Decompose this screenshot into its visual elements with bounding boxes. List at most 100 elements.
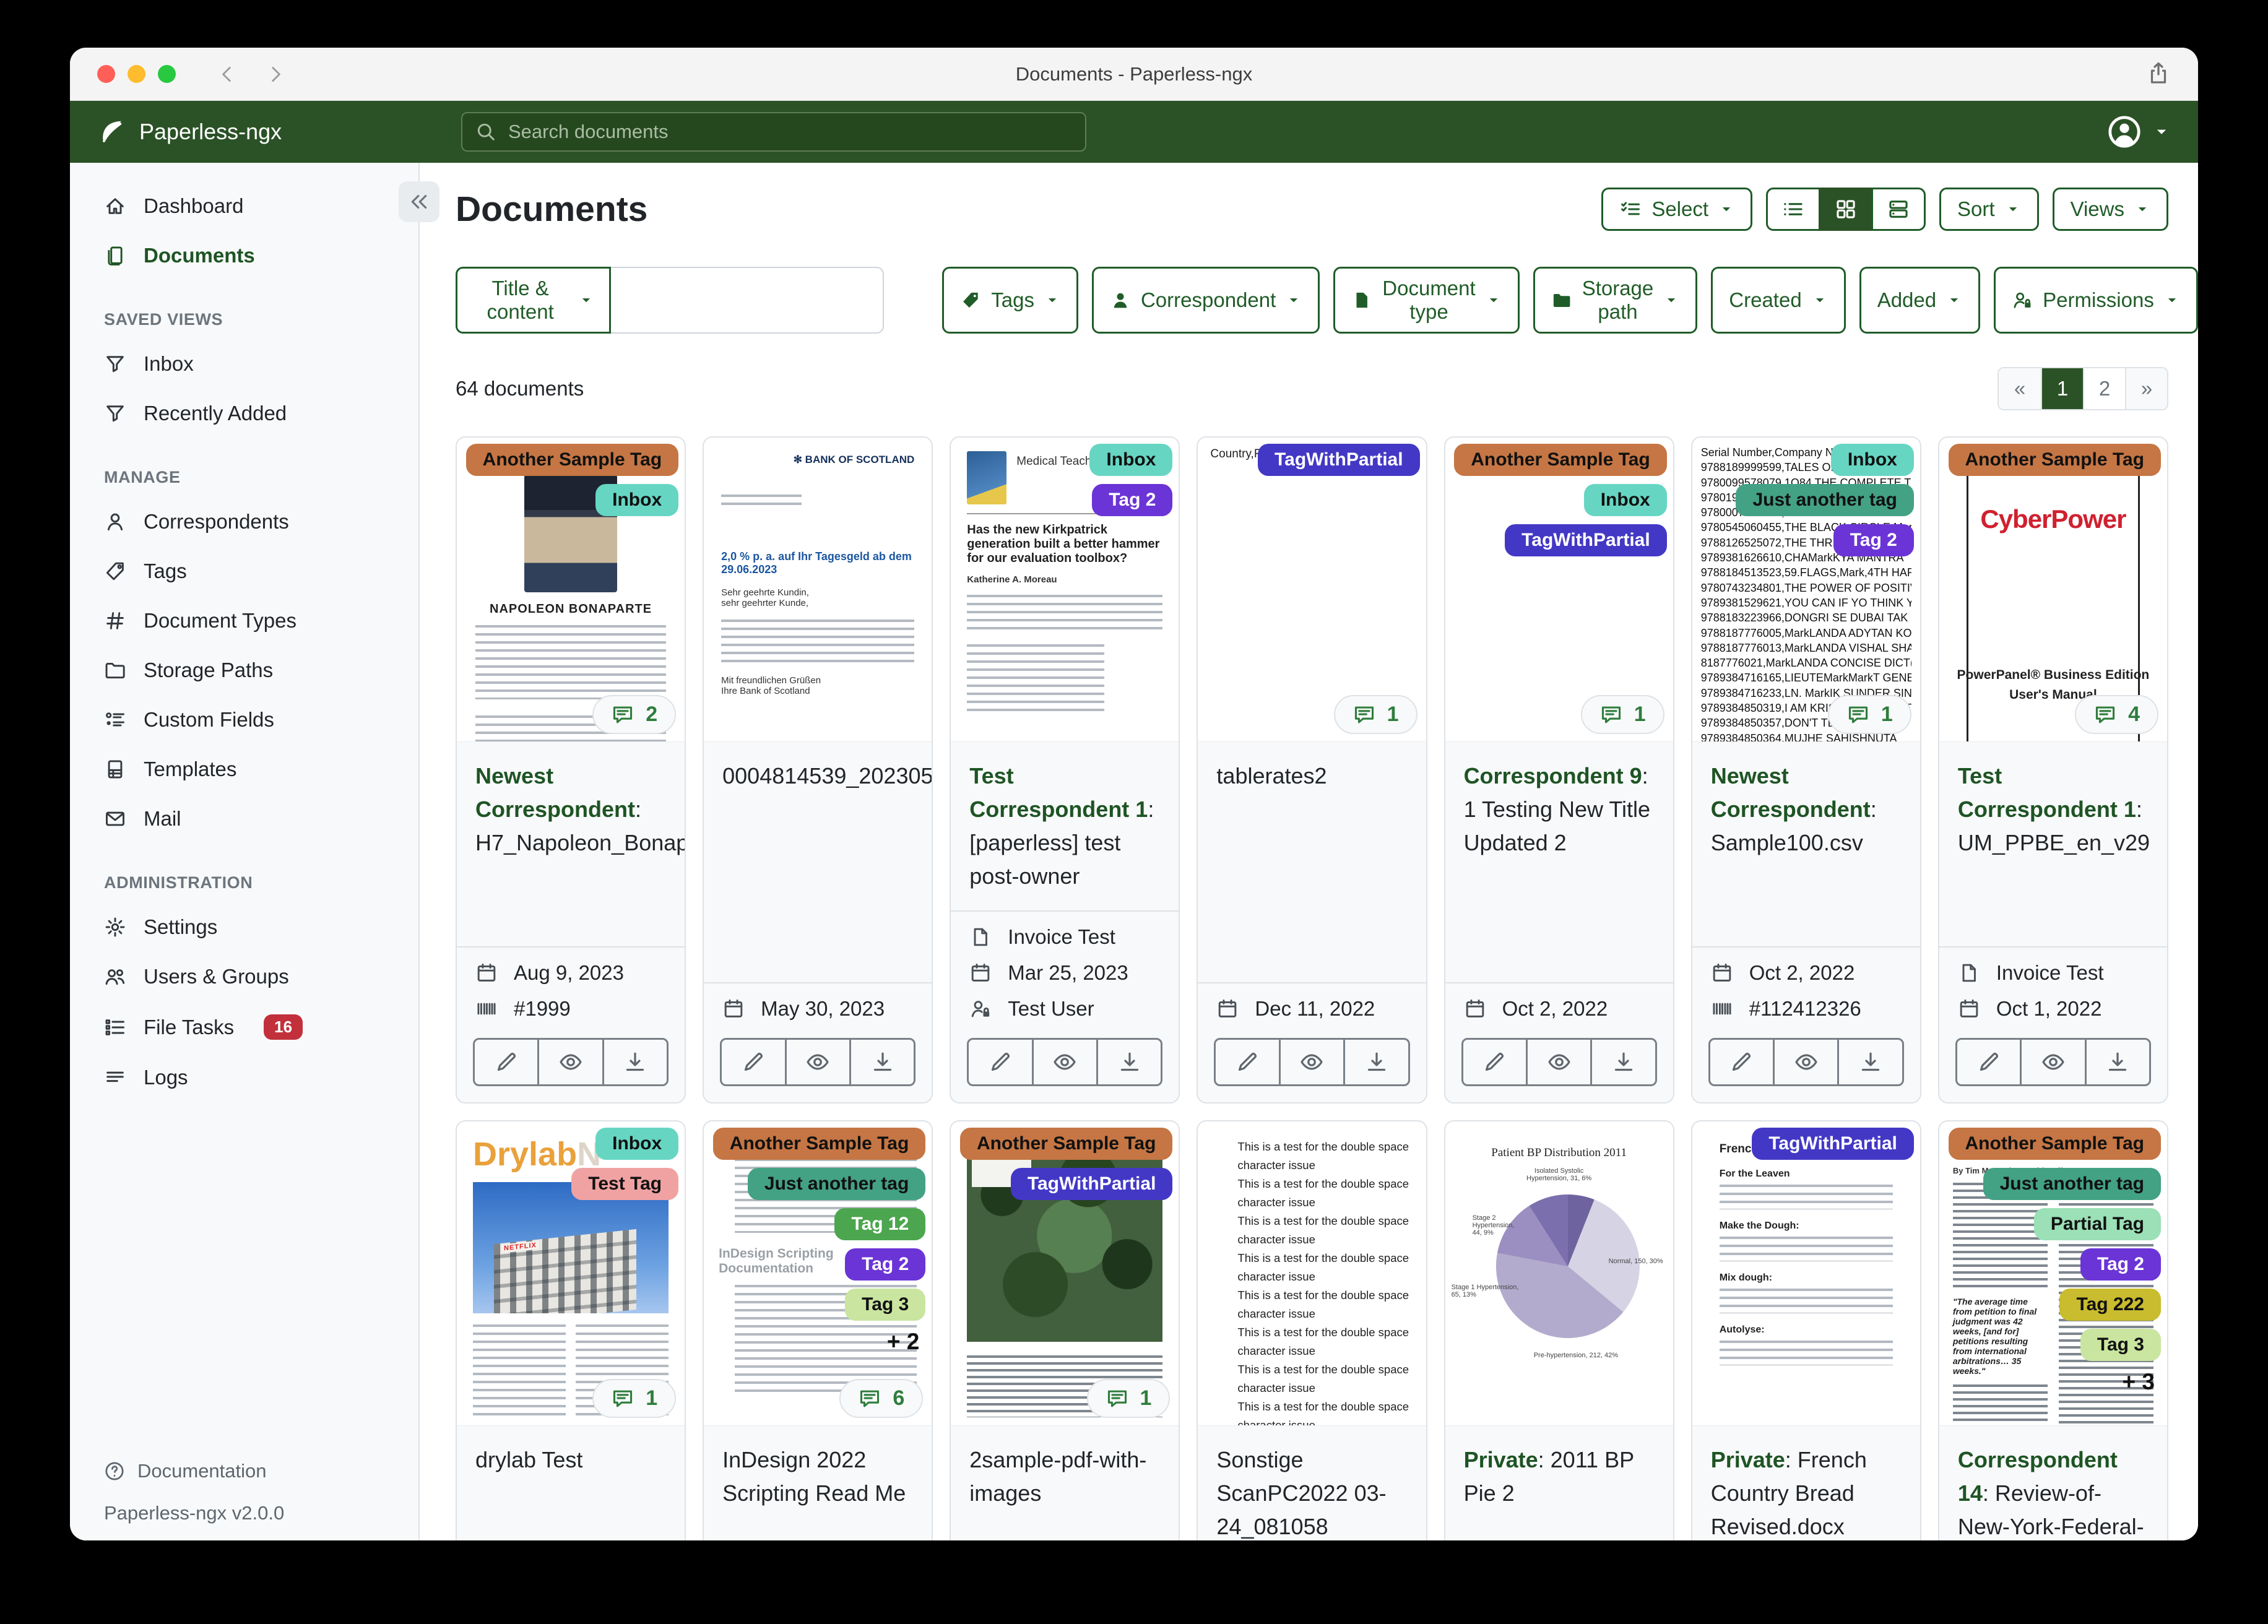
comment-badge[interactable]: 1 (1333, 695, 1418, 734)
tag-chip[interactable]: Another Sample Tag (1948, 444, 2161, 476)
sidebar-item-correspondents[interactable]: Correspondents (70, 497, 418, 546)
filter-storage-path-button[interactable]: Storage path (1533, 267, 1698, 334)
view-detail-button[interactable] (1871, 188, 1926, 231)
tag-chip[interactable]: TagWithPartial (1258, 444, 1420, 476)
tag-chip[interactable]: Just another tag (1983, 1168, 2161, 1200)
document-thumbnail[interactable]: Serial Number,Company Name,Employe 978818… (1692, 438, 1920, 742)
back-icon[interactable] (217, 64, 238, 85)
document-title-link[interactable]: Correspondent 9: 1 Testing New Title Upd… (1445, 742, 1673, 983)
sidebar-item-logs[interactable]: Logs (70, 1053, 418, 1102)
document-thumbnail[interactable]: French Country BreadFor the LeavenMake t… (1692, 1121, 1920, 1426)
document-thumbnail[interactable]: This is a test for the double space char… (1198, 1121, 1426, 1426)
tag-chip[interactable]: TagWithPartial (1010, 1168, 1173, 1200)
pagination-last[interactable]: » (2125, 368, 2167, 409)
comment-badge[interactable]: 1 (592, 1379, 677, 1418)
view-grid-button[interactable] (1819, 188, 1874, 231)
document-thumbnail[interactable]: Country,Region/State,"TagWithPartial1 (1198, 438, 1426, 742)
edit-button[interactable] (720, 1038, 787, 1086)
select-button[interactable]: Select (1601, 188, 1753, 231)
tag-chip[interactable]: Inbox (1089, 444, 1173, 476)
tag-chip[interactable]: Tag 12 (834, 1208, 926, 1240)
document-title-link[interactable]: Test Correspondent 1: [paperless] test p… (951, 742, 1179, 912)
tag-chip[interactable]: Tag 2 (2080, 1248, 2161, 1281)
documentation-link[interactable]: Documentation (104, 1451, 418, 1491)
document-thumbnail[interactable]: DrylabN NETFLIX Inbox Test Tag 1 (457, 1121, 685, 1426)
tag-chip[interactable]: Partial Tag (2033, 1208, 2161, 1240)
tag-chip[interactable]: Another Sample Tag (959, 1128, 1173, 1160)
sidebar-item-users-groups[interactable]: Users & Groups (70, 952, 418, 1001)
document-title-link[interactable]: 2sample-pdf-with-images (951, 1426, 1179, 1540)
tag-chip[interactable]: Tag 2 (845, 1248, 926, 1281)
document-title-link[interactable]: drylab Test (457, 1426, 685, 1540)
sidebar-item-storage-paths[interactable]: Storage Paths (70, 646, 418, 695)
edit-button[interactable] (1708, 1038, 1775, 1086)
sidebar-item-custom-fields[interactable]: Custom Fields (70, 695, 418, 745)
tag-chip[interactable]: Another Sample Tag (1454, 444, 1667, 476)
document-thumbnail[interactable]: ✻ BANK OF SCOTLAND 2,0 % p. a. auf Ihr Ta… (704, 438, 932, 742)
document-thumbnail[interactable]: Review of Arbitral Awards — Certainty of… (1939, 1121, 2167, 1426)
document-title-link[interactable]: Newest Correspondent: H7_Napoleon_Bonapa… (457, 742, 685, 948)
preview-button[interactable] (537, 1038, 604, 1086)
zoom-button[interactable] (158, 65, 176, 83)
comment-badge[interactable]: 1 (1086, 1379, 1171, 1418)
comment-badge[interactable]: 2 (592, 695, 677, 734)
tag-chip[interactable]: Test Tag (571, 1168, 679, 1200)
tag-chip[interactable]: Inbox (1830, 444, 1914, 476)
filter-permissions-button[interactable]: Permissions (1994, 267, 2198, 334)
sidebar-item-recently-added[interactable]: Recently Added (70, 389, 418, 438)
edit-button[interactable] (1955, 1038, 2022, 1086)
tag-chip[interactable]: Tag 3 (2080, 1329, 2161, 1361)
filter-document-type-button[interactable]: Document type (1333, 267, 1520, 334)
search-input[interactable] (508, 121, 1073, 143)
preview-button[interactable] (784, 1038, 851, 1086)
preview-button[interactable] (1278, 1038, 1346, 1086)
tag-chip[interactable]: Tag 222 (2059, 1289, 2161, 1321)
document-title-link[interactable]: Private: French Country Bread Revised.do… (1692, 1426, 1920, 1540)
filter-text-input[interactable] (611, 267, 885, 334)
close-button[interactable] (97, 65, 115, 83)
download-button[interactable] (849, 1038, 916, 1086)
views-button[interactable]: Views (2052, 188, 2168, 231)
comment-badge[interactable]: 1 (1827, 695, 1911, 734)
document-thumbnail[interactable]: Francja pod rzNAPOLEON BONAPARTEAnother … (457, 438, 685, 742)
tag-chip[interactable]: Another Sample Tag (712, 1128, 926, 1160)
preview-button[interactable] (2020, 1038, 2087, 1086)
pagination-page-2[interactable]: 2 (2083, 368, 2125, 409)
comment-badge[interactable]: 6 (839, 1379, 924, 1418)
filter-added-button[interactable]: Added (1859, 267, 1981, 334)
edit-button[interactable] (1461, 1038, 1528, 1086)
sidebar-item-settings[interactable]: Settings (70, 902, 418, 952)
tag-chip[interactable]: Another Sample Tag (465, 444, 679, 476)
edit-button[interactable] (1214, 1038, 1281, 1086)
pagination-page-1[interactable]: 1 (2041, 368, 2083, 409)
document-title-link[interactable]: Sonstige ScanPC2022 03-24_081058 (1198, 1426, 1426, 1540)
sidebar-item-inbox[interactable]: Inbox (70, 339, 418, 389)
tag-chip[interactable]: Tag 2 (1833, 524, 1914, 556)
filter-correspondent-button[interactable]: Correspondent (1091, 267, 1320, 334)
edit-button[interactable] (473, 1038, 540, 1086)
download-button[interactable] (1590, 1038, 1657, 1086)
filter-created-button[interactable]: Created (1711, 267, 1846, 334)
tag-chip[interactable]: TagWithPartial (1752, 1128, 1914, 1160)
tag-chip[interactable]: Inbox (1583, 484, 1667, 516)
document-title-link[interactable]: Correspondent 14: Review-of-New-York-Fed… (1939, 1426, 2167, 1540)
sidebar-item-mail[interactable]: Mail (70, 794, 418, 844)
tag-chip[interactable]: Tag 2 (1092, 484, 1173, 516)
download-button[interactable] (1837, 1038, 1904, 1086)
comment-badge[interactable]: 1 (1580, 695, 1664, 734)
download-button[interactable] (1096, 1038, 1163, 1086)
document-thumbnail[interactable]: Medical Teacher Has the new Kirkpatrick g… (951, 438, 1179, 742)
filter-tags-button[interactable]: Tags (942, 267, 1078, 334)
download-button[interactable] (1343, 1038, 1410, 1086)
share-icon[interactable] (2146, 61, 2171, 87)
document-title-link[interactable]: Private: 2011 BP Pie 2 (1445, 1426, 1673, 1540)
preview-button[interactable] (1773, 1038, 1840, 1086)
comment-badge[interactable]: 4 (2075, 695, 2158, 734)
preview-button[interactable] (1525, 1038, 1593, 1086)
search-mode-dropdown[interactable]: Title & content (456, 267, 612, 334)
tag-chip[interactable]: Inbox (595, 484, 679, 516)
sidebar-collapse-button[interactable] (399, 181, 439, 222)
minimize-button[interactable] (128, 65, 145, 83)
sidebar-item-templates[interactable]: Templates (70, 745, 418, 794)
document-title-link[interactable]: Test Correspondent 1: UM_PPBE_en_v29 (1939, 742, 2167, 948)
